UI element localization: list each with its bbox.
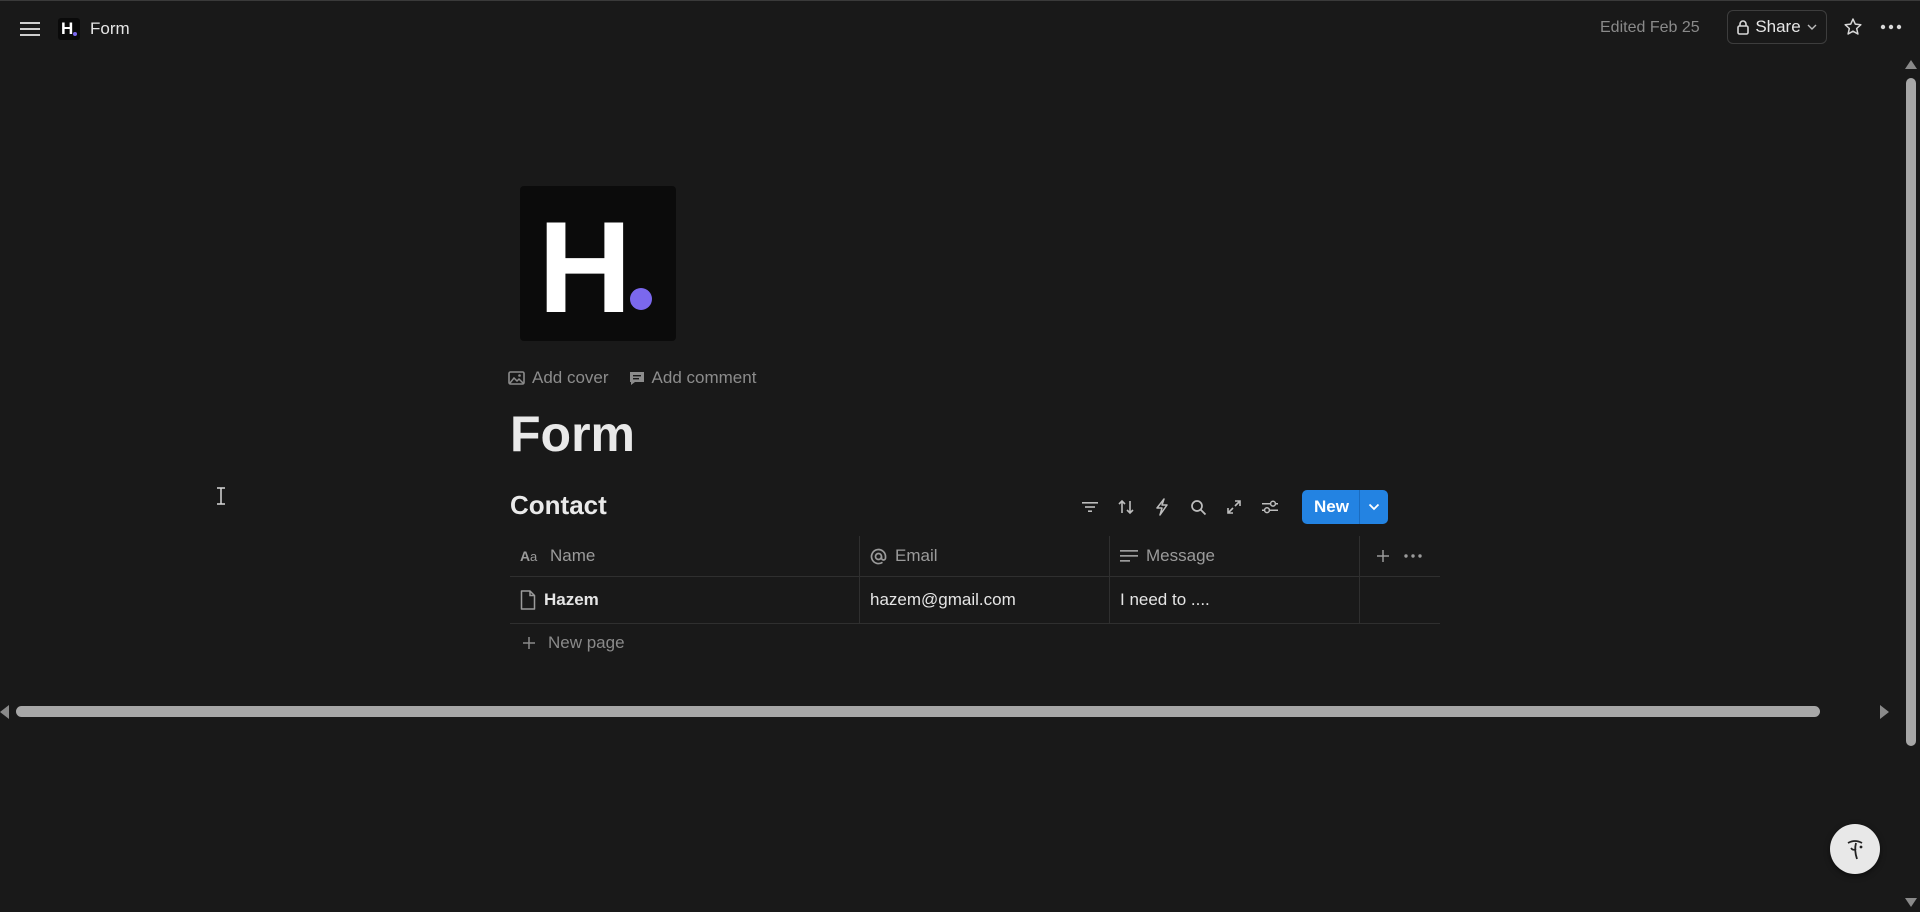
automation-button[interactable]	[1148, 493, 1176, 521]
cell-empty	[1360, 577, 1440, 623]
database-toolbar: New	[1076, 490, 1388, 524]
add-comment-label: Add comment	[651, 368, 757, 387]
new-record-button-group: New	[1302, 490, 1388, 524]
row-name: Hazem	[544, 590, 599, 609]
filter-button[interactable]	[1076, 493, 1104, 521]
cell-message[interactable]: I need to ....	[1110, 577, 1360, 623]
database-title[interactable]: Contact	[510, 490, 607, 521]
page-actions: Add cover Add comment	[508, 368, 756, 388]
database-table: A a Name Email Message Hazem hazem@gmail…	[510, 535, 1440, 624]
page-icon-letter: H	[538, 194, 632, 340]
search-button[interactable]	[1184, 493, 1212, 521]
logo-dot	[73, 32, 77, 36]
image-icon	[508, 371, 525, 385]
column-header-label: Name	[550, 546, 596, 565]
breadcrumb-title[interactable]: Form	[90, 19, 130, 39]
share-label: Share	[1755, 17, 1801, 36]
column-header-label: Email	[895, 546, 938, 565]
breadcrumb-page-icon: H	[58, 18, 80, 40]
text-type-icon: A a	[520, 549, 538, 563]
expand-button[interactable]	[1220, 493, 1248, 521]
hamburger-menu-icon	[20, 22, 40, 36]
search-icon	[1190, 499, 1206, 515]
view-settings-button[interactable]	[1256, 493, 1284, 521]
sidebar-menu-button[interactable]	[16, 17, 44, 41]
scroll-right-arrow[interactable]	[1880, 705, 1889, 719]
chevron-down-icon	[1807, 24, 1817, 30]
cell-email[interactable]: hazem@gmail.com	[860, 577, 1110, 623]
column-header-message[interactable]: Message	[1110, 536, 1360, 576]
new-record-dropdown[interactable]	[1358, 490, 1388, 524]
more-horizontal-icon	[1880, 24, 1902, 30]
add-comment-button[interactable]: Add comment	[629, 368, 757, 388]
column-header-email[interactable]: Email	[860, 536, 1110, 576]
page-more-button[interactable]	[1876, 14, 1906, 40]
column-header-actions	[1360, 536, 1440, 576]
column-header-name[interactable]: A a Name	[510, 536, 860, 576]
scroll-left-arrow[interactable]	[0, 705, 9, 719]
cell-name[interactable]: Hazem	[510, 577, 860, 623]
text-lines-icon	[1120, 550, 1138, 562]
breadcrumb-logo-letter: H	[61, 19, 74, 38]
breadcrumb[interactable]: H Form	[58, 16, 130, 42]
page-title[interactable]: Form	[510, 402, 635, 466]
sort-arrows-icon	[1118, 499, 1134, 515]
help-button[interactable]	[1830, 824, 1880, 874]
filter-icon	[1082, 502, 1098, 512]
add-property-icon[interactable]	[1376, 549, 1390, 563]
plus-icon	[523, 637, 535, 649]
page-icon[interactable]: H	[520, 186, 676, 341]
table-row[interactable]: Hazem hazem@gmail.com I need to ....	[510, 577, 1440, 624]
lightning-icon	[1156, 498, 1168, 516]
column-header-label: Message	[1146, 546, 1215, 565]
document-icon	[520, 590, 536, 610]
chevron-down-icon	[1368, 503, 1380, 511]
comment-icon	[629, 371, 644, 385]
sort-button[interactable]	[1112, 493, 1140, 521]
favorite-button[interactable]	[1840, 14, 1866, 40]
new-page-label: New page	[548, 633, 625, 652]
horizontal-scrollbar-thumb[interactable]	[16, 706, 1820, 717]
text-cursor-icon	[217, 487, 225, 505]
svg-text:a: a	[530, 549, 538, 563]
expand-arrows-icon	[1227, 500, 1241, 514]
help-assistant-icon	[1847, 840, 1863, 860]
more-horizontal-icon[interactable]	[1404, 554, 1422, 558]
star-icon	[1844, 18, 1862, 35]
svg-text:A: A	[520, 549, 530, 563]
share-button[interactable]: Share	[1727, 10, 1827, 44]
page-icon-dot	[630, 288, 652, 310]
new-record-button[interactable]: New	[1302, 490, 1359, 524]
lock-icon	[1737, 19, 1750, 35]
scroll-down-arrow[interactable]	[1905, 898, 1917, 907]
sliders-icon	[1262, 500, 1278, 514]
edited-timestamp: Edited Feb 25	[1600, 19, 1700, 36]
window-top-border	[0, 0, 1920, 1]
at-sign-icon	[870, 548, 887, 564]
add-cover-button[interactable]: Add cover	[508, 368, 609, 388]
table-header-row: A a Name Email Message	[510, 535, 1440, 577]
row-email: hazem@gmail.com	[870, 590, 1016, 609]
add-cover-label: Add cover	[532, 368, 609, 387]
vertical-scrollbar-thumb[interactable]	[1906, 78, 1916, 746]
scroll-up-arrow[interactable]	[1905, 60, 1917, 69]
row-message: I need to ....	[1120, 590, 1210, 609]
new-page-button[interactable]: New page	[522, 633, 625, 653]
